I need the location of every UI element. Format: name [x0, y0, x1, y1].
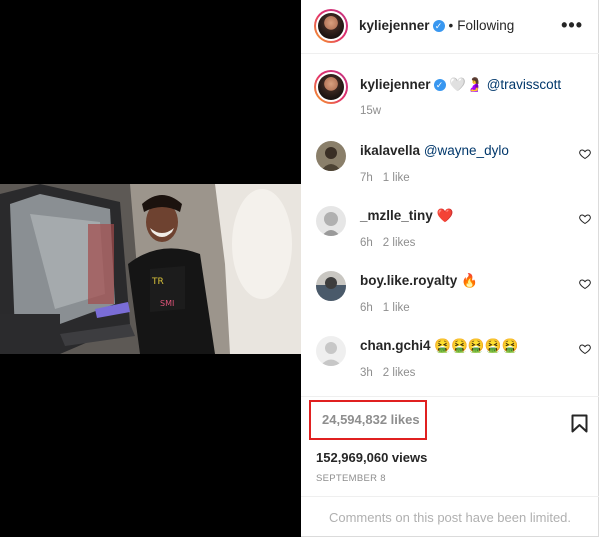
comment-username[interactable]: chan.gchi4: [360, 338, 431, 353]
comment-meta: 7h 1 like: [360, 172, 410, 184]
caption-emoji: 🤍🤰: [449, 77, 483, 92]
separator-dot: •: [448, 18, 454, 33]
verified-badge-icon: ✓: [433, 79, 446, 91]
comment-meta: 3h 2 likes: [360, 367, 415, 379]
comment-item: ikalavella @wayne_dylo 7h 1 like: [301, 141, 599, 201]
post-panel: kyliejenner ✓ • Following ••• kyliejenner ✓ …: [301, 0, 599, 537]
comments-footer: Comments on this post have been limited.: [301, 496, 599, 537]
comment-username[interactable]: _mzlle_tiny: [360, 208, 433, 223]
comment-meta: 6h 1 like: [360, 302, 410, 314]
comment-item: chan.gchi4 🤮🤮🤮🤮🤮 3h 2 likes: [301, 336, 599, 396]
views-count: 152,969,060 views: [316, 450, 428, 465]
commenter-avatar[interactable]: [316, 141, 346, 171]
comment-time[interactable]: 3h: [360, 367, 373, 379]
header-author: kyliejenner ✓ • Following: [359, 18, 514, 33]
likes-count[interactable]: 24,594,832 likes: [322, 412, 420, 427]
more-options-icon[interactable]: •••: [561, 15, 583, 36]
video-frame: TR SMI: [0, 184, 301, 354]
following-button[interactable]: Following: [457, 18, 514, 33]
comment-time[interactable]: 6h: [360, 302, 373, 314]
comment-item: boy.like.royalty 🔥 6h 1 like: [301, 271, 599, 331]
heart-icon[interactable]: [579, 343, 591, 355]
comment-time[interactable]: 7h: [360, 172, 373, 184]
commenter-avatar[interactable]: [316, 206, 346, 236]
post-header: kyliejenner ✓ • Following •••: [301, 0, 599, 54]
post-video[interactable]: TR SMI: [0, 184, 301, 354]
caption-text: kyliejenner ✓ 🤍🤰 @travisscott: [360, 77, 561, 93]
post-media: TR SMI: [0, 0, 301, 537]
commenter-avatar[interactable]: [316, 271, 346, 301]
comment-username[interactable]: boy.like.royalty: [360, 273, 457, 288]
comment-item: _mzlle_tiny ❤️ 6h 2 likes: [301, 206, 599, 266]
comment-text: boy.like.royalty 🔥: [360, 273, 478, 289]
commenter-avatar[interactable]: [316, 336, 346, 366]
post-caption: kyliejenner ✓ 🤍🤰 @travisscott 15w: [301, 70, 599, 120]
comment-body: ❤️: [436, 208, 454, 223]
bookmark-icon[interactable]: [571, 414, 588, 433]
caption-time[interactable]: 15w: [360, 105, 381, 117]
author-username[interactable]: kyliejenner: [359, 18, 430, 33]
post-stats: 24,594,832 likes 152,969,060 views SEPTE…: [301, 396, 599, 496]
comment-likes[interactable]: 2 likes: [383, 367, 416, 379]
comment-likes[interactable]: 2 likes: [383, 237, 416, 249]
comments-limited-notice: Comments on this post have been limited.: [328, 510, 572, 525]
comment-text: ikalavella @wayne_dylo: [360, 143, 509, 158]
svg-text:SMI: SMI: [160, 299, 174, 308]
heart-icon[interactable]: [579, 278, 591, 290]
heart-icon[interactable]: [579, 148, 591, 160]
caption-avatar[interactable]: [314, 70, 348, 104]
caption-mention[interactable]: @travisscott: [487, 77, 561, 92]
author-avatar[interactable]: [314, 9, 348, 43]
comment-body: 🔥: [461, 273, 478, 288]
comment-username[interactable]: ikalavella: [360, 143, 420, 158]
comment-likes[interactable]: 1 like: [383, 302, 410, 314]
verified-badge-icon: ✓: [432, 20, 445, 32]
svg-text:TR: TR: [151, 277, 164, 287]
comment-likes[interactable]: 1 like: [383, 172, 410, 184]
comment-body: 🤮🤮🤮🤮🤮: [434, 338, 519, 353]
comment-text: chan.gchi4 🤮🤮🤮🤮🤮: [360, 338, 518, 354]
heart-icon[interactable]: [579, 213, 591, 225]
comment-time[interactable]: 6h: [360, 237, 373, 249]
comment-mention[interactable]: @wayne_dylo: [424, 143, 509, 158]
caption-username[interactable]: kyliejenner: [360, 77, 431, 92]
comment-meta: 6h 2 likes: [360, 237, 415, 249]
comment-text: _mzlle_tiny ❤️: [360, 208, 453, 224]
post-date[interactable]: SEPTEMBER 8: [316, 473, 386, 484]
